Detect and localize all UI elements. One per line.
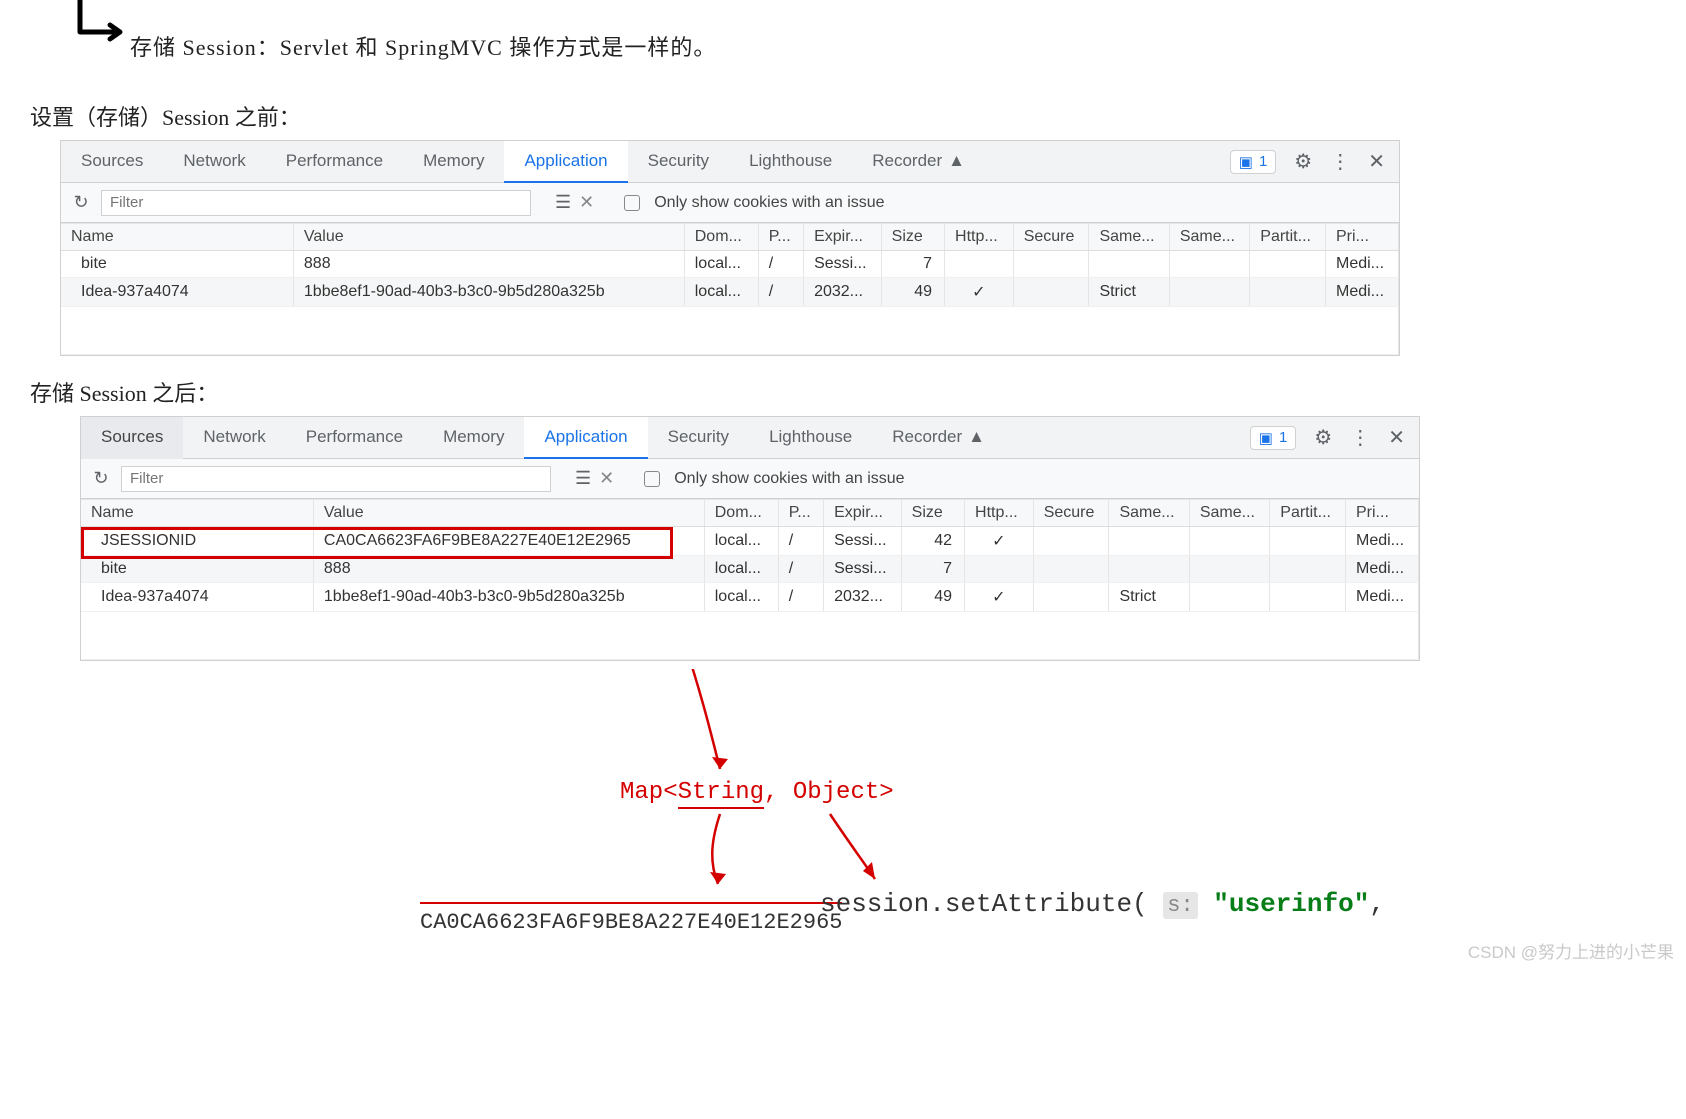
col-httponly[interactable]: Http... bbox=[945, 224, 1014, 251]
tab-application[interactable]: Application bbox=[524, 417, 647, 459]
reload-icon[interactable]: ↻ bbox=[89, 468, 113, 489]
table-row[interactable]: bite 888 local... / Sessi... 7 Medi... bbox=[81, 556, 1419, 583]
close-icon[interactable]: ✕ bbox=[1368, 149, 1385, 174]
col-path[interactable]: P... bbox=[778, 500, 823, 527]
col-priority[interactable]: Pri... bbox=[1326, 224, 1399, 251]
more-icon[interactable]: ⋮ bbox=[1330, 149, 1350, 174]
col-priority[interactable]: Pri... bbox=[1346, 500, 1419, 527]
col-partition[interactable]: Partit... bbox=[1270, 500, 1346, 527]
col-path[interactable]: P... bbox=[758, 224, 803, 251]
cookies-table: Name Value Dom... P... Expir... Size Htt… bbox=[81, 499, 1419, 660]
chat-icon: ▣ bbox=[1259, 429, 1273, 447]
filter-input[interactable] bbox=[101, 190, 531, 216]
clear-icon[interactable]: ✕ bbox=[579, 192, 594, 213]
col-sameparty[interactable]: Same... bbox=[1169, 224, 1249, 251]
tabs-row: Sources Network Performance Memory Appli… bbox=[61, 141, 1399, 183]
tab-security[interactable]: Security bbox=[628, 141, 729, 183]
tab-lighthouse[interactable]: Lighthouse bbox=[749, 417, 872, 459]
col-size[interactable]: Size bbox=[901, 500, 964, 527]
col-sameparty[interactable]: Same... bbox=[1189, 500, 1269, 527]
col-domain[interactable]: Dom... bbox=[684, 224, 758, 251]
issues-count: 1 bbox=[1259, 153, 1267, 170]
tab-memory[interactable]: Memory bbox=[403, 141, 504, 183]
tab-sources[interactable]: Sources bbox=[81, 417, 183, 459]
only-issues-label: Only show cookies with an issue bbox=[654, 194, 884, 212]
clear-icon[interactable]: ✕ bbox=[599, 468, 614, 489]
table-pad bbox=[81, 612, 1419, 660]
col-partition[interactable]: Partit... bbox=[1250, 224, 1326, 251]
heading-before: 设置（存储）Session 之前： bbox=[30, 100, 1686, 132]
recorder-flask-icon: ▲ bbox=[948, 151, 965, 171]
hand-arrow-icon bbox=[70, 0, 130, 58]
tab-recorder[interactable]: Recorder▲ bbox=[852, 141, 985, 183]
tab-network[interactable]: Network bbox=[163, 141, 265, 183]
col-secure[interactable]: Secure bbox=[1033, 500, 1109, 527]
more-icon[interactable]: ⋮ bbox=[1350, 425, 1370, 450]
table-pad bbox=[61, 307, 1399, 355]
tab-memory[interactable]: Memory bbox=[423, 417, 524, 459]
close-icon[interactable]: ✕ bbox=[1388, 425, 1405, 450]
issues-count: 1 bbox=[1279, 429, 1287, 446]
only-issues-checkbox[interactable] bbox=[624, 195, 640, 211]
col-value[interactable]: Value bbox=[293, 224, 684, 251]
filter-toggle-icon[interactable]: ☰ bbox=[575, 468, 591, 489]
devtools-panel-after: Sources Network Performance Memory Appli… bbox=[80, 416, 1420, 661]
recorder-flask-icon: ▲ bbox=[968, 427, 985, 447]
cookies-table: Name Value Dom... P... Expir... Size Htt… bbox=[61, 223, 1399, 355]
tabs-row: Sources Network Performance Memory Appli… bbox=[81, 417, 1419, 459]
tab-performance[interactable]: Performance bbox=[266, 141, 403, 183]
tab-network[interactable]: Network bbox=[183, 417, 285, 459]
col-samesite[interactable]: Same... bbox=[1089, 224, 1169, 251]
col-domain[interactable]: Dom... bbox=[704, 500, 778, 527]
table-row[interactable]: JSESSIONID CA0CA6623FA6F9BE8A227E40E12E2… bbox=[81, 527, 1419, 556]
devtools-panel-before: Sources Network Performance Memory Appli… bbox=[60, 140, 1400, 356]
col-expires[interactable]: Expir... bbox=[824, 500, 902, 527]
tab-performance[interactable]: Performance bbox=[286, 417, 423, 459]
tab-recorder[interactable]: Recorder▲ bbox=[872, 417, 1005, 459]
col-secure[interactable]: Secure bbox=[1013, 224, 1089, 251]
col-name[interactable]: Name bbox=[81, 500, 313, 527]
reload-icon[interactable]: ↻ bbox=[69, 192, 93, 213]
issues-badge[interactable]: ▣ 1 bbox=[1230, 150, 1277, 174]
table-row[interactable]: Idea-937a4074 1bbe8ef1-90ad-40b3-b3c0-9b… bbox=[61, 278, 1399, 307]
col-httponly[interactable]: Http... bbox=[965, 500, 1034, 527]
filter-row: ↻ ☰ ✕ Only show cookies with an issue bbox=[81, 459, 1419, 499]
col-expires[interactable]: Expir... bbox=[804, 224, 882, 251]
filter-toggle-icon[interactable]: ☰ bbox=[555, 192, 571, 213]
gear-icon[interactable]: ⚙ bbox=[1314, 425, 1332, 450]
table-row[interactable]: Idea-937a4074 1bbe8ef1-90ad-40b3-b3c0-9b… bbox=[81, 583, 1419, 612]
col-name[interactable]: Name bbox=[61, 224, 293, 251]
tab-security[interactable]: Security bbox=[648, 417, 749, 459]
watermark: CSDN @努力上进的小芒果 bbox=[1468, 938, 1674, 963]
gear-icon[interactable]: ⚙ bbox=[1294, 149, 1312, 174]
tab-application[interactable]: Application bbox=[504, 141, 627, 183]
col-samesite[interactable]: Same... bbox=[1109, 500, 1189, 527]
only-issues-label: Only show cookies with an issue bbox=[674, 470, 904, 488]
tab-sources[interactable]: Sources bbox=[61, 141, 163, 183]
hand-note-text: 存储 Session：Servlet 和 SpringMVC 操作方式是一样的。 bbox=[130, 30, 716, 62]
filter-input[interactable] bbox=[121, 466, 551, 492]
col-size[interactable]: Size bbox=[881, 224, 944, 251]
issues-badge[interactable]: ▣ 1 bbox=[1250, 426, 1297, 450]
tab-lighthouse[interactable]: Lighthouse bbox=[729, 141, 852, 183]
chat-icon: ▣ bbox=[1239, 153, 1253, 171]
heading-after: 存储 Session 之后： bbox=[30, 376, 1686, 408]
col-value[interactable]: Value bbox=[313, 500, 704, 527]
table-header: Name Value Dom... P... Expir... Size Htt… bbox=[81, 500, 1419, 527]
table-row[interactable]: bite 888 local... / Sessi... 7 Medi... bbox=[61, 251, 1399, 278]
filter-row: ↻ ☰ ✕ Only show cookies with an issue bbox=[61, 183, 1399, 223]
table-header: Name Value Dom... P... Expir... Size Htt… bbox=[61, 224, 1399, 251]
only-issues-checkbox[interactable] bbox=[644, 471, 660, 487]
